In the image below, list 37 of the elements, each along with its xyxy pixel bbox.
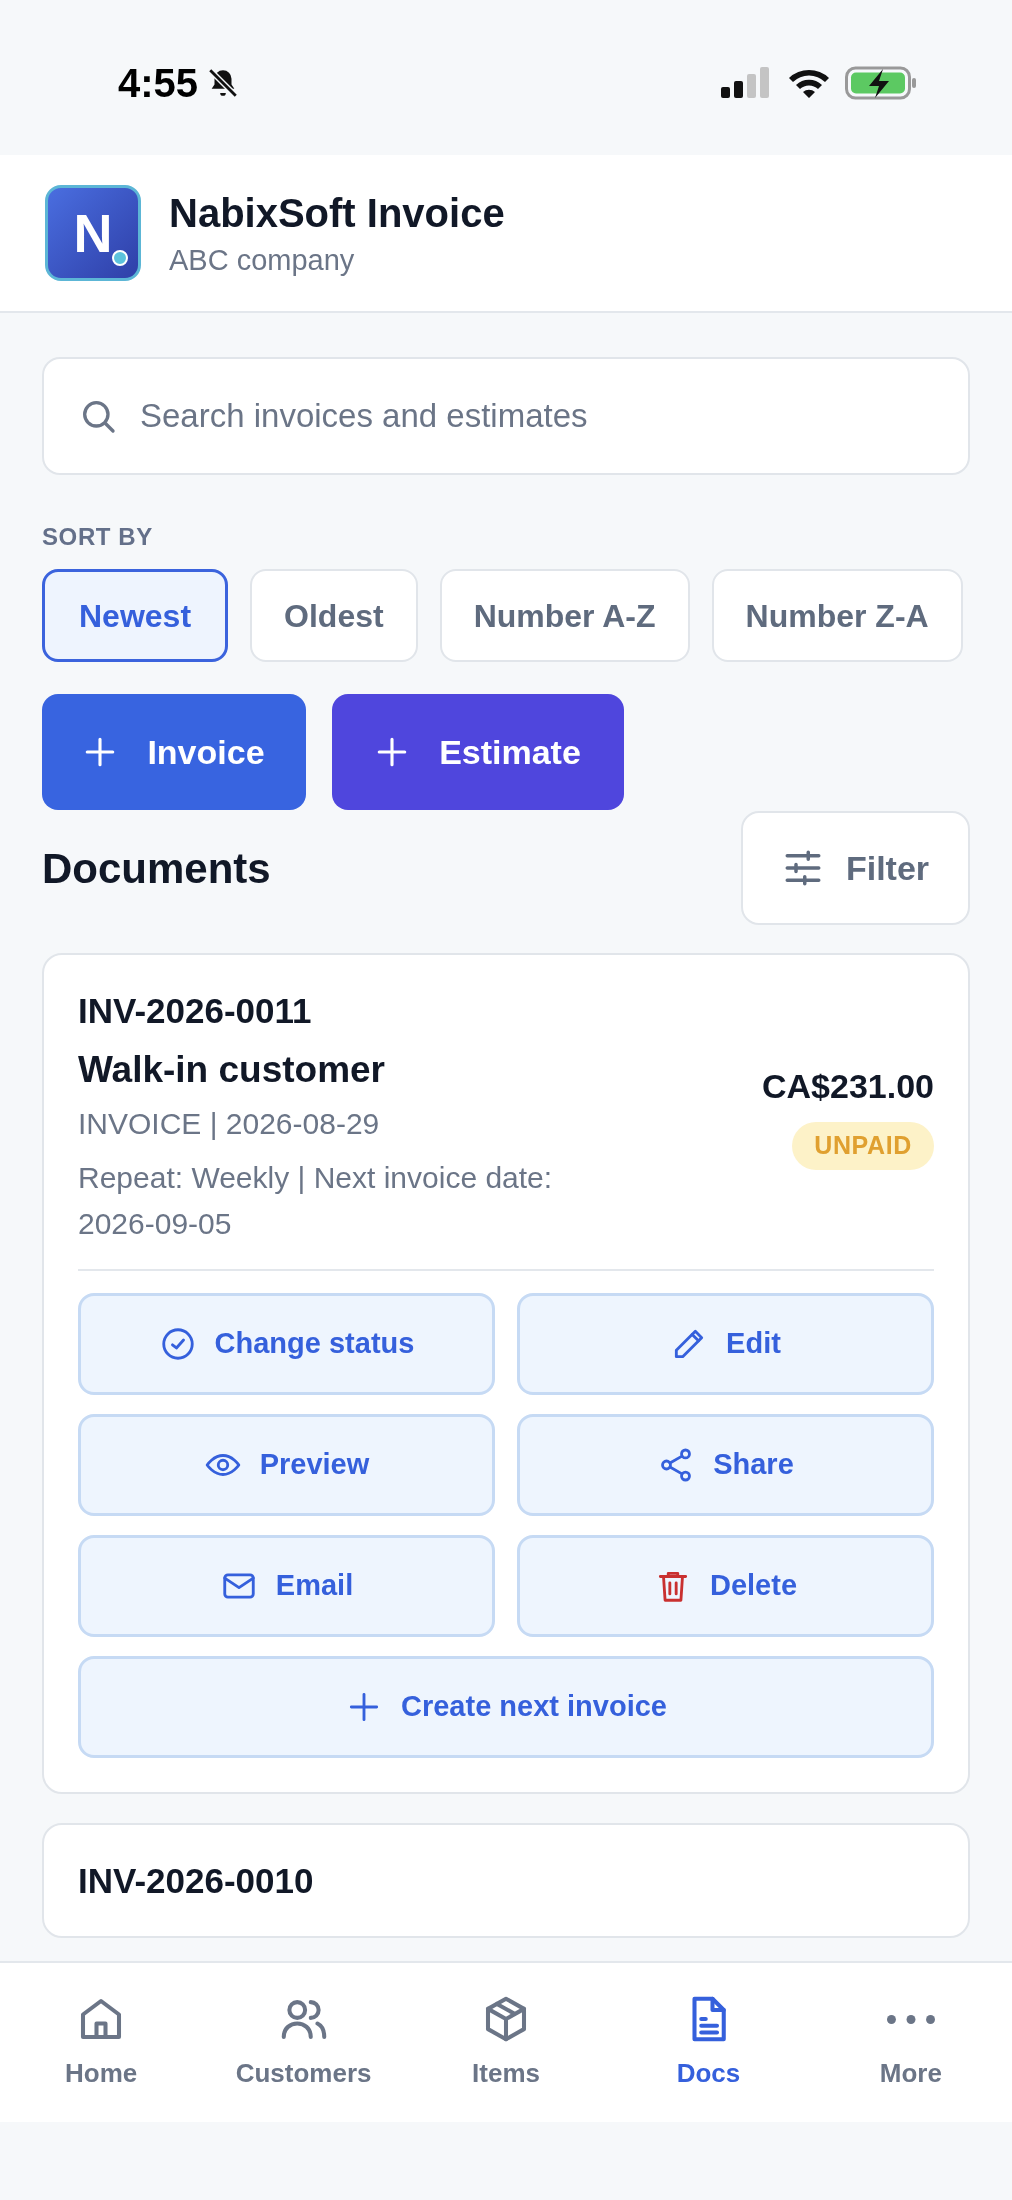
document-card[interactable]: INV-2026-0011 Walk-in customer INVOICE | 2026-08-29 Repeat: Weekly | Next invoice date: 2026-09-05 CA$231.00 UNPAID Change status Edit Preview Share Email Delete Create next invoice [42, 953, 970, 1794]
sort-label: SORT BY [42, 522, 153, 552]
section-title: Documents [42, 843, 271, 894]
customer-name: Walk-in customer [78, 1047, 387, 1092]
nav-tab[interactable]: Docs [607, 1992, 810, 2093]
nav-tab[interactable]: Customers [202, 1992, 405, 2093]
sort-chip[interactable]: Number Z-A [711, 569, 963, 662]
action-button[interactable]: Edit [517, 1292, 934, 1395]
action-button[interactable]: Preview [78, 1413, 495, 1516]
document-number: INV-2026-0010 [78, 1859, 314, 1902]
action-button[interactable]: Create next invoice [78, 1655, 934, 1758]
new-estimate-button[interactable]: Estimate [332, 694, 624, 810]
company-name: ABC company [169, 242, 356, 278]
status-badge: UNPAID [792, 1122, 934, 1170]
document-card[interactable]: INV-2026-0010 [42, 1822, 970, 1939]
action-button[interactable]: Email [78, 1534, 495, 1637]
action-button[interactable]: Change status [78, 1292, 495, 1395]
battery-charging-icon [845, 65, 917, 100]
filter-button[interactable]: Filter [741, 811, 970, 925]
new-invoice-button[interactable]: Invoice [42, 694, 306, 810]
sort-chip[interactable]: Oldest [250, 569, 418, 662]
document-meta: INVOICE | 2026-08-29 [78, 1106, 381, 1142]
action-button[interactable]: Share [517, 1413, 934, 1516]
sort-chip[interactable]: Newest [42, 569, 229, 662]
sort-chip[interactable]: Number A-Z [439, 569, 690, 662]
app-logo: N [45, 185, 141, 281]
search-field[interactable]: Search invoices and estimates [42, 357, 970, 475]
nav-tab[interactable]: Home [0, 1992, 203, 2093]
app-title: NabixSoft Invoice [169, 189, 505, 237]
nav-tab[interactable]: More [809, 1992, 1012, 2093]
clock-time: 4:55 [118, 59, 199, 107]
document-number: INV-2026-0011 [78, 990, 313, 1032]
nav-tab[interactable]: Items [404, 1992, 608, 2093]
repeat-info: Repeat: Weekly | Next invoice date: 2026-09-05 [78, 1159, 554, 1242]
more-icon [886, 2014, 935, 2024]
action-button[interactable]: Delete [517, 1534, 934, 1637]
amount: CA$231.00 [762, 1066, 934, 1107]
